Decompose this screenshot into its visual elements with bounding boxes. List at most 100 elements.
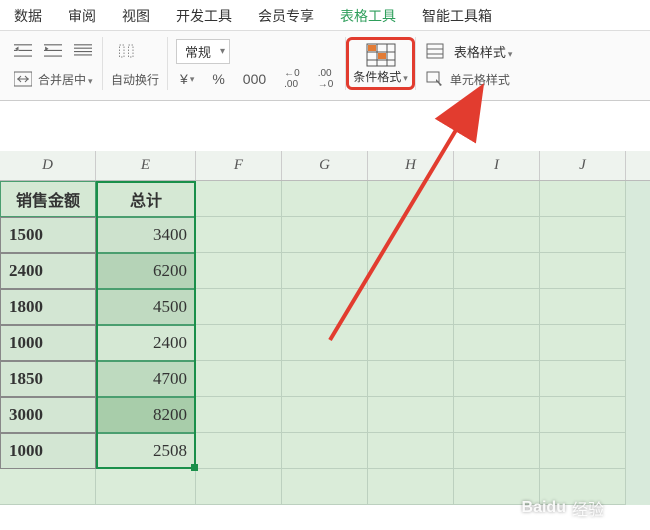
cell[interactable] — [196, 253, 282, 289]
table-style-label[interactable]: 表格样式 — [454, 42, 513, 61]
auto-wrap-icon[interactable] — [111, 38, 143, 64]
cell[interactable] — [368, 217, 454, 253]
cell[interactable] — [540, 217, 626, 253]
cell[interactable] — [196, 397, 282, 433]
number-format-select[interactable]: 常规 — [176, 39, 230, 64]
watermark: Baidu 经验 — [522, 496, 640, 520]
cell[interactable] — [368, 433, 454, 469]
col-header-e[interactable]: E — [96, 151, 196, 180]
merge-center-icon[interactable] — [12, 68, 34, 90]
cell[interactable] — [282, 217, 368, 253]
tab-data[interactable]: 数据 — [14, 6, 42, 26]
cell[interactable] — [282, 397, 368, 433]
tab-smarttools[interactable]: 智能工具箱 — [422, 6, 492, 26]
table-style-icon[interactable] — [424, 40, 446, 62]
cell[interactable] — [282, 253, 368, 289]
col-header-i[interactable]: I — [454, 151, 540, 180]
cell[interactable] — [196, 289, 282, 325]
cell[interactable] — [368, 253, 454, 289]
cell[interactable] — [368, 289, 454, 325]
cell-d[interactable]: 1850 — [0, 361, 96, 397]
cell[interactable] — [282, 469, 368, 505]
tab-member[interactable]: 会员专享 — [258, 6, 314, 26]
currency-button[interactable]: ¥ — [176, 71, 198, 87]
cell-e[interactable]: 4500 — [96, 289, 196, 325]
cell-e[interactable]: 8200 — [96, 397, 196, 433]
cell[interactable] — [454, 289, 540, 325]
header-e[interactable]: 总计 — [96, 181, 196, 217]
cell[interactable] — [196, 325, 282, 361]
cell-style-label[interactable]: 单元格样式 — [450, 71, 510, 88]
column-headers: D E F G H I J — [0, 151, 650, 181]
cell[interactable] — [282, 289, 368, 325]
cell[interactable] — [196, 217, 282, 253]
cell[interactable] — [540, 289, 626, 325]
grid[interactable]: 销售金额 总计 1500 3400 2400 6200 1800 4500 10… — [0, 181, 650, 505]
tab-view[interactable]: 视图 — [122, 6, 150, 26]
cell[interactable] — [540, 397, 626, 433]
distribute-icon[interactable] — [72, 40, 94, 62]
increase-decimal-button[interactable]: ←0.00 — [280, 68, 304, 90]
percent-button[interactable]: % — [208, 71, 228, 87]
cell[interactable] — [368, 469, 454, 505]
merge-center-label[interactable]: 合并居中 — [38, 71, 93, 88]
cell[interactable] — [540, 361, 626, 397]
header-d[interactable]: 销售金额 — [0, 181, 96, 217]
cell[interactable] — [454, 325, 540, 361]
cell-e[interactable]: 2508 — [96, 433, 196, 469]
tab-dev[interactable]: 开发工具 — [176, 6, 232, 26]
cell-d[interactable]: 1000 — [0, 433, 96, 469]
cell-e[interactable]: 6200 — [96, 253, 196, 289]
cell[interactable] — [454, 361, 540, 397]
col-header-g[interactable]: G — [282, 151, 368, 180]
col-header-f[interactable]: F — [196, 151, 282, 180]
conditional-format-label[interactable]: 条件格式 — [353, 68, 408, 85]
cell[interactable] — [282, 325, 368, 361]
cell[interactable] — [540, 433, 626, 469]
cell[interactable] — [454, 397, 540, 433]
cell[interactable] — [196, 469, 282, 505]
cell[interactable] — [454, 217, 540, 253]
cell[interactable] — [540, 253, 626, 289]
cell[interactable] — [368, 361, 454, 397]
col-header-j[interactable]: J — [540, 151, 626, 180]
cell[interactable] — [96, 469, 196, 505]
cell-e[interactable]: 3400 — [96, 217, 196, 253]
cell[interactable] — [196, 361, 282, 397]
cell[interactable] — [368, 397, 454, 433]
cell[interactable] — [368, 181, 454, 217]
cell[interactable] — [454, 433, 540, 469]
cell[interactable] — [454, 181, 540, 217]
col-header-h[interactable]: H — [368, 151, 454, 180]
cell[interactable] — [540, 325, 626, 361]
cell-e[interactable]: 4700 — [96, 361, 196, 397]
paw-icon — [610, 505, 640, 511]
cell[interactable] — [282, 433, 368, 469]
tab-review[interactable]: 审阅 — [68, 6, 96, 26]
cell[interactable] — [282, 361, 368, 397]
cell[interactable] — [196, 433, 282, 469]
cell-d[interactable]: 1800 — [0, 289, 96, 325]
conditional-format-highlight: 条件格式 — [346, 37, 415, 90]
thousands-button[interactable]: 000 — [239, 71, 270, 87]
conditional-format-icon[interactable] — [365, 42, 397, 68]
cell-d[interactable]: 3000 — [0, 397, 96, 433]
cell[interactable] — [196, 181, 282, 217]
cell[interactable] — [282, 181, 368, 217]
increase-indent-icon[interactable] — [42, 40, 64, 62]
cell-d[interactable]: 1000 — [0, 325, 96, 361]
cell-d[interactable]: 1500 — [0, 217, 96, 253]
auto-wrap-label[interactable]: 自动换行 — [111, 71, 159, 88]
tab-bar: 数据 审阅 视图 开发工具 会员专享 表格工具 智能工具箱 — [0, 0, 650, 31]
cell-d[interactable]: 2400 — [0, 253, 96, 289]
cell-style-icon[interactable] — [424, 68, 446, 90]
tab-tabletools[interactable]: 表格工具 — [340, 6, 396, 26]
col-header-d[interactable]: D — [0, 151, 96, 180]
cell[interactable] — [540, 181, 626, 217]
cell[interactable] — [368, 325, 454, 361]
cell[interactable] — [0, 469, 96, 505]
decrease-indent-icon[interactable] — [12, 40, 34, 62]
cell[interactable] — [454, 253, 540, 289]
decrease-decimal-button[interactable]: .00→0 — [314, 68, 338, 90]
cell-e[interactable]: 2400 — [96, 325, 196, 361]
